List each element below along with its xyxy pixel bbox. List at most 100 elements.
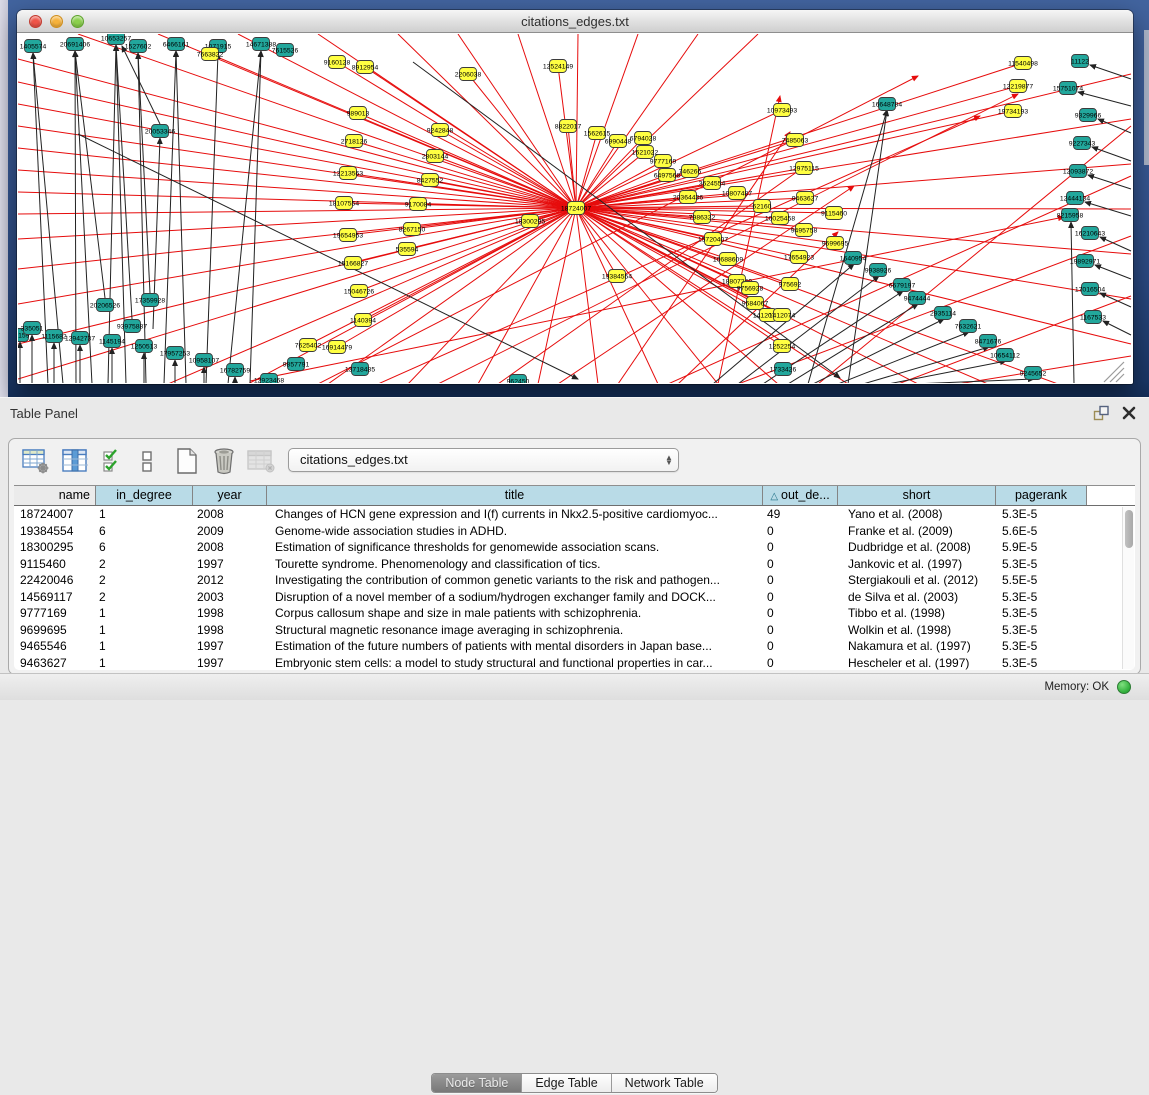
graph-node[interactable]: 20206526: [90, 299, 120, 312]
tab-edge-table[interactable]: Edge Table: [522, 1074, 611, 1092]
graph-node[interactable]: 11540498: [1008, 57, 1038, 70]
graph-node[interactable]: 7632621: [955, 320, 982, 333]
graph-node[interactable]: 19654953: [333, 229, 363, 242]
select-all-columns-icon[interactable]: [98, 447, 128, 475]
column-header-in-degree[interactable]: in_degree: [96, 486, 193, 505]
column-header-title[interactable]: title: [267, 486, 763, 505]
table-row[interactable]: 977716911998Corpus callosum shape and si…: [14, 605, 1135, 622]
table-settings-icon[interactable]: [21, 447, 51, 475]
graph-node[interactable]: 1145194: [99, 335, 125, 348]
graph-node[interactable]: 11122: [1071, 55, 1089, 68]
graph-node[interactable]: 2935114: [930, 307, 956, 320]
graph-node[interactable]: 10807487: [722, 187, 752, 200]
graph-node[interactable]: 1405574: [20, 40, 47, 53]
graph-node[interactable]: 12524149: [543, 60, 573, 73]
graph-node[interactable]: 535594: [396, 243, 419, 256]
table-row[interactable]: 911546021997Tourette syndrome. Phenomeno…: [14, 556, 1135, 573]
window-titlebar[interactable]: citations_edges.txt: [17, 10, 1133, 33]
table-row[interactable]: 1872400712008Changes of HCN gene express…: [14, 506, 1135, 523]
graph-node[interactable]: 10654112: [990, 349, 1020, 362]
memory-indicator[interactable]: [1117, 680, 1131, 694]
graph-node[interactable]: 9245652: [1020, 367, 1047, 380]
graph-node[interactable]: 17359928: [135, 294, 165, 307]
graph-node[interactable]: 2718126: [341, 135, 368, 148]
graph-node[interactable]: 9227343: [1069, 137, 1096, 150]
show-columns-icon[interactable]: [60, 447, 90, 475]
graph-node[interactable]: 6497568: [654, 169, 681, 182]
table-row[interactable]: 1830029562008Estimation of significance …: [14, 539, 1135, 556]
network-canvas[interactable]: 1405574206914061065325715276026466161107…: [18, 34, 1132, 383]
graph-node[interactable]: 1250513: [131, 340, 158, 353]
graph-node[interactable]: 17654923: [784, 251, 814, 264]
table-row[interactable]: 969969511998Structural magnetic resonanc…: [14, 622, 1135, 639]
graph-node[interactable]: 12213563: [333, 167, 363, 180]
table-row[interactable]: 946362711997Embryonic stem cells: a mode…: [14, 655, 1135, 671]
tab-node-table[interactable]: Node Table: [432, 1074, 522, 1092]
table-row[interactable]: 1938455462009Genome-wide association stu…: [14, 523, 1135, 540]
graph-node[interactable]: 18107554: [329, 197, 359, 210]
close-button[interactable]: [29, 15, 42, 28]
tab-network-table[interactable]: Network Table: [612, 1074, 717, 1092]
minimize-button[interactable]: [50, 15, 63, 28]
graph-node[interactable]: 20691406: [60, 38, 90, 51]
column-header-short[interactable]: short: [838, 486, 996, 505]
table-scrollbar[interactable]: [1122, 507, 1134, 669]
graph-node[interactable]: 12942737: [65, 332, 95, 345]
column-header-out-degree[interactable]: △out_de...: [763, 486, 838, 505]
delete-table-icon[interactable]: [246, 447, 276, 475]
graph-node[interactable]: 16782759: [220, 364, 250, 377]
graph-node[interactable]: 9160128: [324, 56, 351, 69]
graph-node[interactable]: 62160: [753, 200, 772, 213]
column-header-year[interactable]: year: [193, 486, 267, 505]
table-row[interactable]: 2242004622012Investigating the contribut…: [14, 572, 1135, 589]
graph-node[interactable]: 6466161: [163, 38, 190, 51]
graph-node[interactable]: 10958107: [189, 354, 219, 367]
graph-node[interactable]: 8215958: [1057, 209, 1084, 222]
graph-node[interactable]: 9242848: [427, 124, 454, 137]
table-row[interactable]: 1456911722003Disruption of a novel membe…: [14, 589, 1135, 606]
column-header-pagerank[interactable]: pagerank: [996, 486, 1087, 505]
new-column-icon[interactable]: [172, 447, 202, 475]
graph-node[interactable]: 20053346: [145, 125, 175, 138]
graph-node[interactable]: 12975115: [789, 162, 819, 175]
graph-node[interactable]: 975692: [779, 278, 802, 291]
graph-node[interactable]: 989013: [347, 107, 370, 120]
graph-node[interactable]: 962450: [507, 375, 530, 384]
graph-node[interactable]: 20364436: [673, 191, 703, 204]
graph-node[interactable]: 6794028: [630, 132, 657, 145]
delete-columns-icon[interactable]: [209, 447, 239, 475]
clear-column-selection-icon[interactable]: [132, 447, 162, 475]
resize-grip-icon[interactable]: [1110, 368, 1124, 382]
close-panel-icon[interactable]: [1121, 405, 1137, 421]
graph-node[interactable]: 8471676: [975, 335, 1002, 348]
float-panel-icon[interactable]: [1093, 405, 1109, 421]
graph-node[interactable]: 10025458: [765, 212, 795, 225]
graph-node[interactable]: 1167533: [1080, 311, 1106, 324]
resize-grip-icon[interactable]: [1104, 362, 1124, 382]
graph-node[interactable]: 2803144: [422, 150, 449, 163]
graph-node[interactable]: 335051: [21, 322, 44, 335]
network-graph[interactable]: 1405574206914061065325715276026466161107…: [18, 34, 1132, 383]
graph-node[interactable]: 9938926: [865, 264, 892, 277]
graph-node[interactable]: 746266: [679, 165, 702, 178]
zoom-button[interactable]: [71, 15, 84, 28]
graph-node[interactable]: 9463627: [792, 192, 819, 205]
graph-node[interactable]: 15166827: [338, 257, 368, 270]
graph-node[interactable]: 13718485: [345, 363, 375, 376]
graph-node[interactable]: 17957253: [160, 347, 190, 360]
graph-node[interactable]: 19734193: [998, 105, 1028, 118]
graph-node[interactable]: 9857791: [283, 358, 310, 371]
table-row[interactable]: 946554611997Estimation of the future num…: [14, 638, 1135, 655]
graph-node[interactable]: 15720407: [698, 233, 728, 246]
graph-node[interactable]: 6679197: [889, 279, 916, 292]
table-selector-dropdown[interactable]: citations_edges.txt ▲▼: [288, 448, 679, 472]
graph-node[interactable]: 9329966: [1075, 109, 1102, 122]
graph-node[interactable]: 93975887: [117, 320, 147, 333]
graph-node[interactable]: 2206038: [455, 68, 482, 81]
graph-node[interactable]: 16648784: [872, 98, 902, 111]
scrollbar-thumb[interactable]: [1125, 510, 1133, 548]
graph-node[interactable]: 1640954: [840, 252, 867, 265]
graph-node[interactable]: 9699695: [822, 237, 849, 250]
graph-node[interactable]: 9170084: [405, 198, 432, 211]
graph-node[interactable]: 12219877: [1003, 80, 1033, 93]
